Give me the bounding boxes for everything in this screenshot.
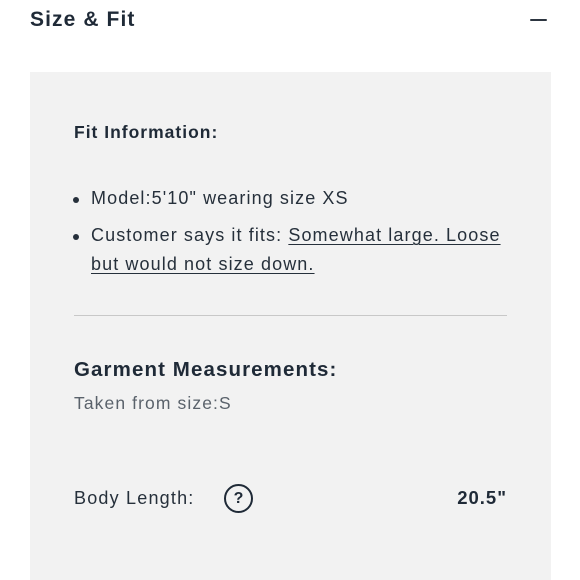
minus-icon[interactable] — [528, 10, 548, 30]
divider — [74, 315, 507, 316]
list-item-model: Model:5'10" wearing size XS — [73, 184, 514, 213]
minus-icon-bar — [529, 19, 547, 21]
size-fit-panel: Fit Information: Model:5'10" wearing siz… — [30, 72, 551, 580]
section-title: Size & Fit — [30, 8, 136, 31]
body-length-value: 20.5" — [457, 487, 507, 508]
size-fit-page: Size & Fit Fit Information: Model:5'10" … — [0, 0, 580, 580]
body-length-label: Body Length: — [74, 488, 195, 508]
customer-fit-prefix: Customer says it fits: — [91, 225, 289, 245]
fit-information-list: Model:5'10" wearing size XS Customer say… — [73, 184, 514, 287]
measurements-subtitle: Taken from size:S — [74, 393, 232, 413]
question-mark-icon[interactable]: ? — [224, 484, 253, 513]
fit-information-heading: Fit Information: — [74, 122, 219, 142]
measurement-row-body-length: Body Length: ? 20.5" — [74, 482, 507, 514]
list-item-customer-fit: Customer says it fits: Somewhat large. L… — [73, 221, 514, 279]
garment-measurements-heading: Garment Measurements: — [74, 358, 338, 381]
model-fit-text: Model:5'10" wearing size XS — [91, 188, 349, 208]
size-fit-accordion-header[interactable]: Size & Fit — [30, 6, 550, 34]
